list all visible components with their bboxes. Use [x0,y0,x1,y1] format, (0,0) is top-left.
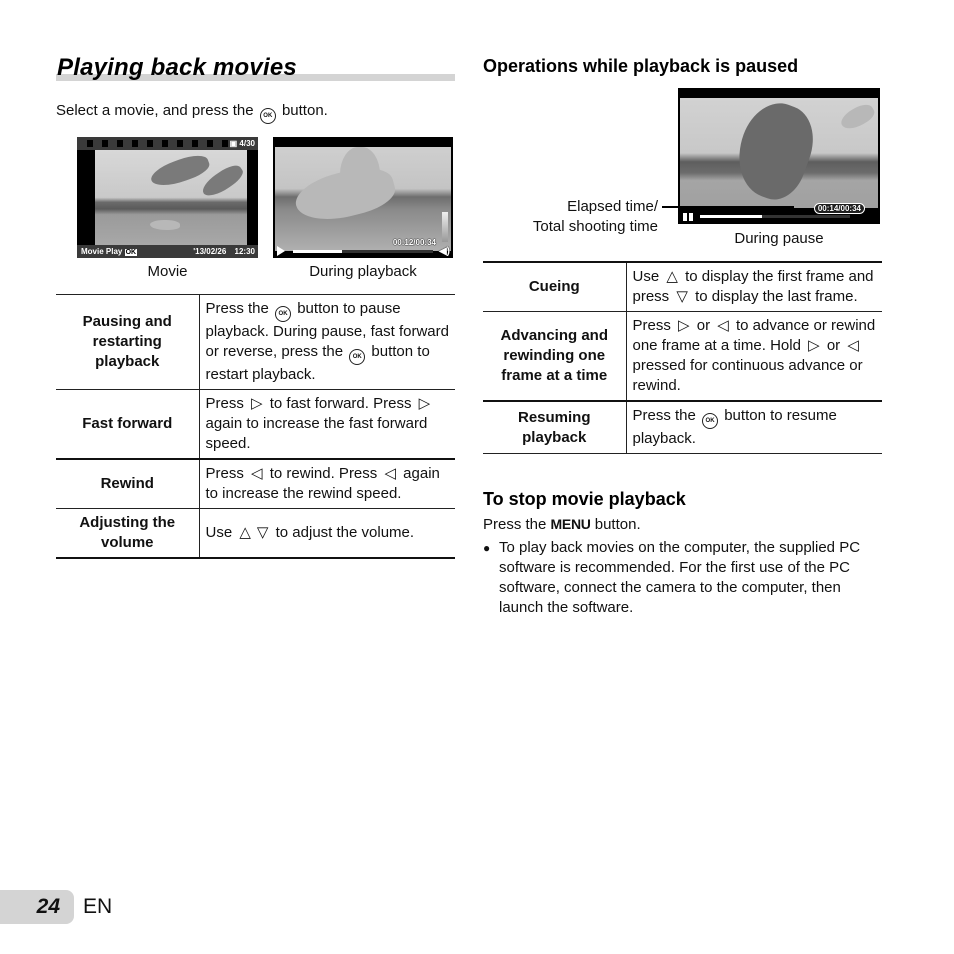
pc-software-note: ● To play back movies on the computer, t… [483,539,861,616]
date-time: '13/02/26 12:30 [193,247,255,256]
table-row: Adjusting the volume Use △ ▽ to adjust th… [56,508,455,558]
caption-during-playback: During playback [309,263,417,280]
seagull-shape [837,100,878,134]
row-description: Press the OK button to resume playback. [632,407,837,447]
play-icon [277,246,285,256]
row-description: Press ▷ or ◁ to advance or rewind one fr… [632,317,876,394]
right-arrow-icon: ▷ [808,337,820,354]
intro-text-after: button. [281,102,328,119]
playback-progress-fill [293,250,342,253]
right-arrow-icon: ▷ [418,395,431,412]
ok-button-icon: OK [275,306,292,322]
during-playback-screen-image: 00:12/00:34 ◀) [273,137,453,258]
up-arrow-icon: △ [666,268,678,285]
caption-during-pause: During pause [734,230,824,247]
playback-operations-table: Pausing and restarting playback Press th… [56,294,455,559]
row-label: Adjusting the volume [56,508,200,558]
playback-progress-bar [293,250,433,253]
paused-section-heading: Operations while playback is paused [483,56,799,76]
volume-level-bar [442,212,448,242]
intro-text-before: Select a movie, and press the [56,102,254,119]
pause-progress-bar [700,215,850,218]
row-label: Pausing and restarting playback [56,294,200,390]
ok-badge: OK [124,249,138,256]
left-arrow-icon: ◁ [384,465,396,482]
seagull-shape [725,93,825,208]
paused-operations-table: Cueing Use △ to display the first frame … [483,261,882,454]
row-label: Resuming playback [483,401,627,454]
table-row: Advancing and rewinding one frame at a t… [483,311,882,401]
elapsed-time-callout: Elapsed time/ Total shooting time [532,198,658,235]
movie-play-label: Movie Play OK [81,247,138,256]
left-arrow-icon: ◁ [717,317,729,334]
frame-count: ▣ 4/30 [229,139,255,148]
page-number: 24 [36,895,60,918]
pause-icon-bar [689,213,693,221]
row-label: Cueing [483,262,627,312]
ok-button-icon: OK [259,108,276,124]
page-title-block: Playing back movies [56,54,455,82]
table-row: Pausing and restarting playback Press th… [56,294,455,390]
bullet-icon: ● [483,541,491,555]
row-description: Press ◁ to rewind. Press ◁ again to incr… [205,465,440,502]
row-description: Press ▷ to fast forward. Press ▷ again t… [205,395,431,452]
intro-text: Select a movie, and press the OK button. [56,102,328,124]
volume-icon: ◀) [438,246,450,257]
seagull-shape [148,150,212,192]
callout-line [662,206,794,208]
pause-timecode: 00:14/00:34 [813,203,865,214]
movie-screen-image: ▣ 4/30 Movie Play OK '13/02/26 12:30 [77,137,258,258]
down-arrow-icon: ▽ [256,524,269,541]
playback-photo [275,147,451,251]
movie-photo [95,150,247,245]
ok-button-icon: OK [702,413,719,429]
row-description: Press the OK button to pause playback. D… [205,300,449,383]
page-title: Playing back movies [57,54,297,81]
caption-movie: Movie [147,263,188,280]
table-row: Fast forward Press ▷ to fast forward. Pr… [56,389,455,459]
menu-button-label: MENU [550,516,591,532]
table-row: Resuming playback Press the OK button to… [483,401,882,454]
row-label: Fast forward [56,389,200,459]
row-label: Rewind [56,459,200,509]
pause-photo [680,93,878,208]
stop-instruction: Press the MENU button. [483,516,641,533]
row-description: Use △ ▽ to adjust the volume. [205,524,415,541]
up-arrow-icon: △ [239,524,251,541]
row-label: Advancing and rewinding one frame at a t… [483,311,627,401]
pause-progress-fill [700,215,762,218]
playback-timecode: 00:12/00:34 [392,238,436,247]
down-arrow-icon: ▽ [676,288,688,305]
seagull-shape [150,220,180,230]
page-number-tab: 24 [0,890,74,924]
left-arrow-icon: ◁ [847,337,859,354]
right-arrow-icon: ▷ [678,317,690,334]
right-arrow-icon: ▷ [251,395,263,412]
left-arrow-icon: ◁ [251,465,263,482]
movie-file-icon: ▣ [229,139,238,148]
stop-section-heading: To stop movie playback [483,489,686,509]
table-row: Cueing Use △ to display the first frame … [483,262,882,312]
language-label: EN [83,895,113,918]
during-pause-screen-image: 00:14/00:34 [678,88,880,224]
seagull-shape [340,147,380,207]
pause-icon [683,213,687,221]
ok-button-icon: OK [349,349,366,365]
row-description: Use △ to display the first frame and pre… [632,268,874,305]
table-row: Rewind Press ◁ to rewind. Press ◁ again … [56,459,455,509]
